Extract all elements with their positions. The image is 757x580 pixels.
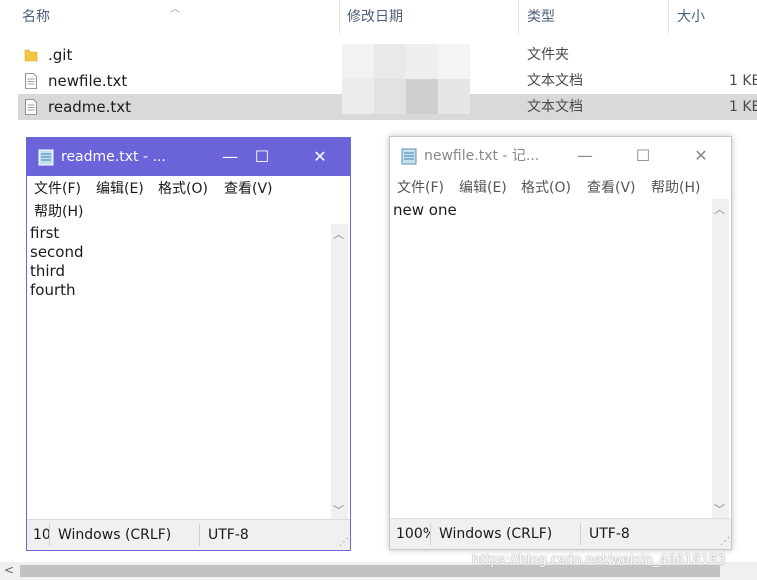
folder-icon — [24, 49, 38, 62]
status-zoom: 10 — [33, 527, 49, 543]
scroll-down-icon[interactable]: ﹀ — [714, 501, 725, 517]
menu-edit[interactable]: 编辑(E) — [459, 177, 507, 199]
maximize-button[interactable]: ☐ — [239, 138, 285, 176]
file-type: 文本文档 — [527, 99, 583, 115]
text-file-icon — [25, 73, 37, 89]
file-type: 文本文档 — [527, 73, 583, 89]
text-line: fourth — [30, 281, 76, 299]
menu-edit[interactable]: 编辑(E) — [96, 178, 144, 200]
close-button[interactable]: ✕ — [678, 137, 724, 175]
text-line: new one — [393, 201, 457, 219]
text-editor[interactable]: first second third fourth — [29, 224, 329, 520]
notepad-icon — [401, 148, 417, 165]
notepad-window-readme[interactable]: readme.txt - ... — ☐ ✕ 文件(F) 编辑(E) 格式(O)… — [26, 137, 351, 551]
scroll-up-icon[interactable]: ︿ — [333, 226, 344, 242]
column-name[interactable]: 名称 — [18, 0, 338, 34]
file-name: readme.txt — [48, 98, 132, 116]
status-line-ending: Windows (CRLF) — [439, 526, 553, 542]
window-title: readme.txt - ... — [61, 149, 166, 165]
file-size: 1 KB — [729, 99, 757, 115]
watermark: https://blog.csdn.net/weixin_46618183 — [472, 553, 726, 568]
text-line: first — [30, 224, 60, 242]
status-line-ending: Windows (CRLF) — [58, 527, 172, 543]
file-name: newfile.txt — [48, 72, 128, 90]
minimize-button[interactable]: — — [562, 137, 608, 175]
vertical-scrollbar[interactable]: ︿ ﹀ — [712, 199, 729, 519]
title-bar[interactable]: readme.txt - ... — ☐ ✕ — [27, 138, 350, 176]
column-divider[interactable] — [668, 0, 669, 34]
file-name: .git — [48, 46, 73, 64]
scroll-up-icon[interactable]: ︿ — [714, 201, 725, 217]
close-button[interactable]: ✕ — [297, 138, 343, 176]
scroll-down-icon[interactable]: ﹀ — [333, 502, 344, 518]
menu-help[interactable]: 帮助(H) — [34, 201, 83, 223]
column-header: ︿ 名称 修改日期 类型 大小 — [0, 0, 757, 34]
menu-format[interactable]: 格式(O) — [158, 178, 208, 200]
status-bar: 10 Windows (CRLF) UTF-8 ⋰ — [27, 519, 350, 550]
menu-view[interactable]: 查看(V) — [224, 178, 273, 200]
status-zoom: 100% — [396, 526, 430, 542]
resize-grip-icon[interactable]: ⋰ — [720, 536, 730, 547]
column-size[interactable]: 大小 — [673, 0, 757, 34]
notepad-window-newfile[interactable]: newfile.txt - 记... — ☐ ✕ 文件(F) 编辑(E) 格式(… — [389, 136, 732, 550]
vertical-scrollbar[interactable]: ︿ ﹀ — [331, 224, 348, 520]
status-encoding: UTF-8 — [208, 527, 249, 543]
menu-file[interactable]: 文件(F) — [397, 177, 444, 199]
maximize-button[interactable]: ☐ — [620, 137, 666, 175]
window-title: newfile.txt - 记... — [424, 148, 540, 164]
column-divider[interactable] — [339, 0, 340, 34]
title-bar[interactable]: newfile.txt - 记... — ☐ ✕ — [390, 137, 731, 175]
scroll-left-icon[interactable]: < — [4, 563, 14, 577]
menu-view[interactable]: 查看(V) — [587, 177, 636, 199]
blurred-date-area — [342, 44, 470, 114]
status-encoding: UTF-8 — [589, 526, 630, 542]
text-file-icon — [25, 99, 37, 115]
notepad-icon — [38, 149, 54, 166]
text-editor[interactable]: new one — [392, 201, 712, 519]
column-divider[interactable] — [518, 0, 519, 34]
column-type[interactable]: 类型 — [523, 0, 667, 34]
file-type: 文件夹 — [527, 47, 569, 63]
status-bar: 100% Windows (CRLF) UTF-8 ⋰ — [390, 518, 731, 549]
menu-file[interactable]: 文件(F) — [34, 178, 81, 200]
menu-help[interactable]: 帮助(H) — [651, 177, 700, 199]
file-size: 1 KB — [729, 73, 757, 89]
text-line: third — [30, 262, 65, 280]
resize-grip-icon[interactable]: ⋰ — [339, 537, 349, 548]
text-line: second — [30, 243, 84, 261]
column-modified[interactable]: 修改日期 — [343, 0, 517, 34]
menu-format[interactable]: 格式(O) — [521, 177, 571, 199]
